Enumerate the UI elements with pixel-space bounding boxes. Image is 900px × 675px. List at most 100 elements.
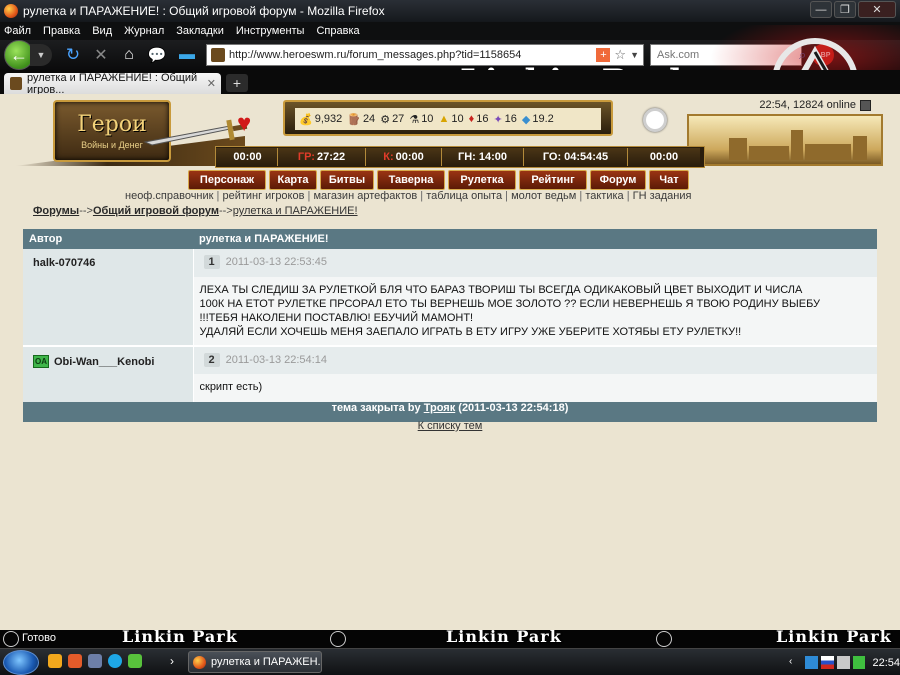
taskbar-expand-icon[interactable]: › bbox=[170, 654, 174, 668]
link-handbook[interactable]: неоф.справочник bbox=[125, 190, 213, 202]
topic-closed-row: тема закрыта by Трояк (2011-03-13 22:54:… bbox=[23, 402, 877, 422]
menu-view[interactable]: Вид bbox=[92, 25, 112, 37]
resource-mercury: ⚗ 10 bbox=[409, 113, 433, 126]
taskbar-firefox-task[interactable]: рулетка и ПАРАЖЕН... bbox=[188, 651, 322, 673]
home-button[interactable]: ⌂ bbox=[116, 46, 142, 64]
breadcrumb-forum[interactable]: Общий игровой форум bbox=[93, 205, 219, 217]
breadcrumb-topic[interactable]: рулетка и ПАРАЖЕНИЕ! bbox=[233, 205, 358, 217]
resource-bar: 💰 9,932 🪵 24 ⚙ 27 ⚗ 10 ▲ 10 ♦ 16 ✦ 16 ◆ 19.2 bbox=[283, 100, 613, 136]
banner-text: Linkin Park bbox=[776, 630, 892, 646]
timer-k[interactable]: К: 00:00 bbox=[366, 148, 442, 166]
nav-map[interactable]: Карта bbox=[269, 170, 317, 190]
table-row: halk-070746 1 2011-03-13 22:53:45 bbox=[23, 249, 877, 346]
menu-tools[interactable]: Инструменты bbox=[236, 25, 305, 37]
post-number[interactable]: 1 bbox=[203, 255, 220, 269]
timer-2[interactable]: 00:00 bbox=[628, 148, 700, 166]
save-quicklaunch-icon[interactable] bbox=[88, 654, 102, 668]
nav-forum[interactable]: Форум bbox=[590, 170, 646, 190]
taskbar-clock[interactable]: 22:54 bbox=[872, 657, 900, 669]
bookmark-star-icon[interactable]: ☆ bbox=[614, 47, 626, 63]
post-author-name[interactable]: halk-070746 bbox=[33, 257, 95, 269]
clan-badge-icon[interactable]: OA bbox=[33, 355, 49, 368]
browser-quicklaunch-icon[interactable] bbox=[48, 654, 62, 668]
reload-button[interactable]: ↻ bbox=[60, 45, 86, 65]
tab-close-icon[interactable]: ✕ bbox=[207, 77, 216, 90]
ring-icon[interactable] bbox=[643, 108, 667, 132]
menu-bookmarks[interactable]: Закладки bbox=[176, 25, 224, 37]
tray-app-icon[interactable] bbox=[852, 656, 866, 669]
menu-file[interactable]: Файл bbox=[4, 25, 31, 37]
app-quicklaunch-icon[interactable] bbox=[68, 654, 82, 668]
timer-gr[interactable]: ГР: 27:22 bbox=[278, 148, 366, 166]
minimize-button[interactable]: — bbox=[810, 1, 832, 18]
timer-1[interactable]: 00:00 bbox=[216, 148, 278, 166]
topic-closed-prefix: тема закрыта by bbox=[331, 402, 421, 414]
close-window-button[interactable]: ✕ bbox=[858, 1, 896, 18]
castle-tower bbox=[729, 138, 747, 160]
nav-battles[interactable]: Битвы bbox=[320, 170, 374, 190]
url-input[interactable] bbox=[229, 49, 597, 61]
resource-value: 27 bbox=[392, 113, 405, 125]
toolbar-addon-button[interactable]: ▬ bbox=[174, 46, 200, 64]
chevron-down-icon[interactable]: ▼ bbox=[630, 50, 639, 60]
volume-icon[interactable] bbox=[836, 656, 850, 669]
firefox-icon bbox=[193, 655, 206, 669]
timer-gn[interactable]: ГН: 14:00 bbox=[442, 148, 524, 166]
new-tab-button[interactable]: + bbox=[226, 74, 248, 92]
column-header-author: Автор bbox=[23, 229, 193, 249]
post-number[interactable]: 2 bbox=[203, 353, 220, 367]
app2-quicklaunch-icon[interactable] bbox=[128, 654, 142, 668]
status-text: Готово bbox=[22, 632, 56, 644]
resource-value: 16 bbox=[476, 113, 489, 125]
nav-roulette[interactable]: Рулетка bbox=[448, 170, 516, 190]
link-player-rating[interactable]: рейтинг игроков bbox=[222, 190, 304, 202]
resource-diamond: ◆ 19.2 bbox=[522, 113, 554, 126]
nav-tavern[interactable]: Таверна bbox=[377, 170, 445, 190]
post-author-name[interactable]: Obi-Wan___Kenobi bbox=[54, 356, 154, 368]
window-title-bar[interactable]: рулетка и ПАРАЖЕНИЕ! : Общий игровой фор… bbox=[0, 0, 900, 22]
network-icon[interactable] bbox=[804, 656, 818, 669]
site-favicon-icon bbox=[10, 77, 22, 90]
post-date: 2011-03-13 22:53:45 bbox=[225, 256, 327, 268]
online-dropdown-icon[interactable] bbox=[860, 99, 871, 111]
resource-value: 10 bbox=[421, 113, 434, 125]
window-controls: — ❐ ✕ bbox=[810, 1, 896, 18]
stop-button[interactable]: ✕ bbox=[88, 45, 114, 65]
chevron-left-icon[interactable]: ‹ bbox=[789, 656, 802, 669]
language-flag-icon[interactable] bbox=[820, 656, 834, 669]
link-tactics[interactable]: тактика bbox=[585, 190, 623, 202]
addon-plus-icon[interactable]: + bbox=[596, 48, 611, 62]
link-exp-table[interactable]: таблица опыта bbox=[426, 190, 502, 202]
skype-quicklaunch-icon[interactable] bbox=[108, 654, 122, 668]
link-witch-hammer[interactable]: молот ведьм bbox=[511, 190, 576, 202]
back-to-topics-link[interactable]: К списку тем bbox=[0, 420, 900, 432]
start-button[interactable] bbox=[3, 650, 39, 675]
menu-edit[interactable]: Правка bbox=[43, 25, 80, 37]
link-artifact-shop[interactable]: магазин артефактов bbox=[313, 190, 417, 202]
heart-icon[interactable]: ♥ bbox=[237, 110, 251, 138]
menu-history[interactable]: Журнал bbox=[124, 25, 164, 37]
linkin-park-logo-icon bbox=[656, 631, 672, 647]
table-row: OA Obi-Wan___Kenobi 2 2011-03-13 22:54:1… bbox=[23, 345, 877, 402]
history-dropdown-button[interactable]: ▼ bbox=[30, 44, 52, 66]
link-gn-tasks[interactable]: ГН задания bbox=[633, 190, 692, 202]
tab-forum[interactable]: рулетка и ПАРАЖЕНИЕ! : Общий игров... ✕ bbox=[4, 72, 221, 94]
chevron-down-icon: ▼ bbox=[36, 50, 46, 60]
nav-character[interactable]: Персонаж bbox=[188, 170, 266, 190]
chat-button[interactable]: 💬 bbox=[144, 46, 170, 64]
timer-go[interactable]: ГО: 04:54:45 bbox=[524, 148, 628, 166]
topic-closed-cell: тема закрыта by Трояк (2011-03-13 22:54:… bbox=[23, 402, 877, 422]
navigation-toolbar: ← ▼ ↻ ✕ ⌂ 💬 ▬ + ☆ ▼ ⌕ ABP bbox=[0, 40, 900, 70]
nav-chat[interactable]: Чат bbox=[649, 170, 689, 190]
quick-launch bbox=[48, 654, 142, 668]
close-icon: ✕ bbox=[94, 47, 108, 64]
menu-help[interactable]: Справка bbox=[316, 25, 359, 37]
online-status: 22:54, 12824 online bbox=[759, 99, 871, 111]
sword-icon bbox=[143, 119, 248, 146]
nav-rating[interactable]: Рейтинг bbox=[519, 170, 587, 190]
reload-icon: ↻ bbox=[65, 45, 81, 64]
breadcrumb-forums[interactable]: Форумы bbox=[33, 205, 79, 217]
topic-closed-user[interactable]: Трояк bbox=[424, 402, 456, 414]
resource-ore: ⚙ 27 bbox=[380, 113, 404, 126]
maximize-button[interactable]: ❐ bbox=[834, 1, 856, 18]
